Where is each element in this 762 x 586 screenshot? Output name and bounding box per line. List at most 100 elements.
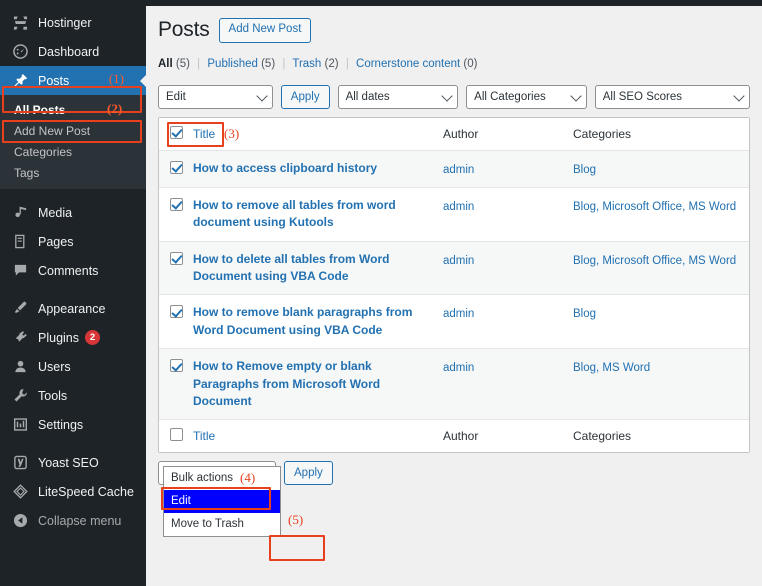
row-checkbox[interactable] xyxy=(169,160,183,174)
column-footer-author-cell: Author xyxy=(443,427,573,445)
sidebar-item-litespeed-cache[interactable]: LiteSpeed Cache xyxy=(0,477,146,506)
sidebar-item-label: Pages xyxy=(38,234,74,249)
post-author-link[interactable]: admin xyxy=(443,164,474,176)
row-title-cell: How to access clipboard history xyxy=(193,160,443,178)
plugins-update-badge: 2 xyxy=(85,330,100,345)
seo-score-filter-select[interactable]: All SEO Scores xyxy=(594,84,750,109)
row-checkbox[interactable] xyxy=(169,359,183,373)
post-categories-link[interactable]: Blog, MS Word xyxy=(573,362,650,374)
filter-link-trash[interactable]: Trash xyxy=(292,58,321,70)
category-filter-select[interactable]: All Categories xyxy=(466,84,587,109)
add-new-post-button[interactable]: Add New Post xyxy=(218,18,312,43)
status-filter-links: All (5) | Published (5) | Trash (2) | Co… xyxy=(158,58,750,70)
sidebar-item-label: Comments xyxy=(38,263,99,278)
column-footer-author: Author xyxy=(443,429,479,444)
sidebar-item-pages[interactable]: Pages xyxy=(0,227,146,256)
post-author-link[interactable]: admin xyxy=(443,308,474,320)
sidebar-item-settings[interactable]: Settings xyxy=(0,410,146,439)
sidebar-item-appearance[interactable]: Appearance xyxy=(0,294,146,323)
bulk-actions-select-top[interactable]: Edit xyxy=(158,84,273,109)
pin-icon xyxy=(11,72,30,90)
yoast-icon xyxy=(11,454,30,472)
row-checkbox[interactable] xyxy=(169,251,183,265)
sidebar-item-label: Appearance xyxy=(38,301,106,316)
row-checkbox[interactable] xyxy=(169,305,183,319)
sidebar-item-yoast-seo[interactable]: Yoast SEO xyxy=(0,448,146,477)
post-categories-link[interactable]: Blog, Microsoft Office, MS Word xyxy=(573,201,736,213)
filter-count-all: (5) xyxy=(175,57,190,70)
post-categories-link[interactable]: Blog xyxy=(573,164,596,176)
row-author-cell: admin xyxy=(443,251,573,286)
post-categories-link[interactable]: Blog xyxy=(573,308,596,320)
row-title-cell: How to remove all tables from word docum… xyxy=(193,197,443,232)
row-author-cell: admin xyxy=(443,197,573,232)
bulk-actions-dropdown-list[interactable]: Bulk actions Edit Move to Trash xyxy=(163,466,281,537)
sidebar-item-label: Plugins xyxy=(38,330,79,345)
row-select-cell xyxy=(159,358,193,410)
pages-icon xyxy=(11,233,30,251)
filter-link-published[interactable]: Published xyxy=(207,58,258,70)
post-title-link[interactable]: How to remove all tables from word docum… xyxy=(193,197,433,232)
row-select-cell xyxy=(159,304,193,339)
select-all-footer-checkbox[interactable] xyxy=(169,428,183,442)
media-icon xyxy=(11,204,30,222)
sidebar-item-tags[interactable]: Tags xyxy=(0,162,146,183)
apply-button-bottom[interactable]: Apply xyxy=(284,461,333,486)
posts-submenu: All Posts (2) Add New Post Categories Ta… xyxy=(0,95,146,189)
sidebar-item-dashboard[interactable]: Dashboard xyxy=(0,37,146,66)
post-title-link[interactable]: How to Remove empty or blank Paragraphs … xyxy=(193,358,433,410)
appearance-icon xyxy=(11,300,30,318)
sidebar-item-collapse-menu[interactable]: Collapse menu xyxy=(0,506,146,535)
row-categories-cell: Blog, MS Word xyxy=(573,358,749,410)
menu-separator xyxy=(0,285,146,294)
row-categories-cell: Blog xyxy=(573,160,749,178)
bulk-actions-value: Edit xyxy=(166,90,186,103)
sidebar-item-hostinger[interactable]: Hostinger xyxy=(0,8,146,37)
post-author-link[interactable]: admin xyxy=(443,201,474,213)
dropdown-option-bulk-actions[interactable]: Bulk actions xyxy=(164,467,280,490)
sidebar-item-categories[interactable]: Categories xyxy=(0,141,146,162)
sidebar-item-add-new-post[interactable]: Add New Post xyxy=(0,120,146,141)
sidebar-item-posts[interactable]: Posts (1) xyxy=(0,66,147,95)
post-title-link[interactable]: How to remove blank paragraphs from Word… xyxy=(193,304,433,339)
sidebar-item-plugins[interactable]: Plugins 2 xyxy=(0,323,146,352)
filter-link-cornerstone-content[interactable]: Cornerstone content xyxy=(356,58,460,70)
row-categories-cell: Blog, Microsoft Office, MS Word xyxy=(573,251,749,286)
dropdown-option-move-to-trash[interactable]: Move to Trash xyxy=(164,513,280,536)
sidebar-item-media[interactable]: Media xyxy=(0,198,146,227)
row-select-cell xyxy=(159,251,193,286)
filter-link-all[interactable]: All xyxy=(158,58,173,70)
select-all-checkbox[interactable] xyxy=(169,125,183,139)
sidebar-item-users[interactable]: Users xyxy=(0,352,146,381)
comments-icon xyxy=(11,262,30,280)
dropdown-option-edit[interactable]: Edit xyxy=(164,490,280,513)
column-footer-title[interactable]: Title xyxy=(193,429,215,443)
filter-count-published: (5) xyxy=(261,57,276,70)
sidebar-item-label: Settings xyxy=(38,417,84,432)
sidebar-subitem-label: Add New Post xyxy=(14,123,91,138)
sidebar-item-all-posts[interactable]: All Posts (2) xyxy=(0,99,146,120)
row-categories-cell: Blog, Microsoft Office, MS Word xyxy=(573,197,749,232)
annotation-5: (5) xyxy=(288,512,304,527)
row-author-cell: admin xyxy=(443,358,573,410)
chevron-down-icon xyxy=(256,90,268,102)
sidebar-item-label: Dashboard xyxy=(38,44,100,59)
admin-sidebar: Hostinger Dashboard Posts (1) All Posts … xyxy=(0,0,147,586)
post-author-link[interactable]: admin xyxy=(443,255,474,267)
row-checkbox[interactable] xyxy=(169,197,183,211)
filter-separator: | xyxy=(282,57,286,70)
date-filter-select[interactable]: All dates xyxy=(337,84,459,109)
apply-button-top[interactable]: Apply xyxy=(280,84,330,109)
page-title: Posts xyxy=(158,18,210,42)
column-footer-categories-cell: Categories xyxy=(573,427,749,445)
sidebar-item-tools[interactable]: Tools xyxy=(0,381,146,410)
post-title-link[interactable]: How to delete all tables from Word Docum… xyxy=(193,251,433,286)
tools-icon xyxy=(11,387,30,405)
posts-table: Title Author Categories How to access cl… xyxy=(158,116,750,454)
column-header-title[interactable]: Title xyxy=(193,127,215,141)
menu-separator xyxy=(0,189,146,198)
post-author-link[interactable]: admin xyxy=(443,362,474,374)
post-categories-link[interactable]: Blog, Microsoft Office, MS Word xyxy=(573,255,736,267)
sidebar-item-comments[interactable]: Comments xyxy=(0,256,146,285)
post-title-link[interactable]: How to access clipboard history xyxy=(193,160,433,177)
